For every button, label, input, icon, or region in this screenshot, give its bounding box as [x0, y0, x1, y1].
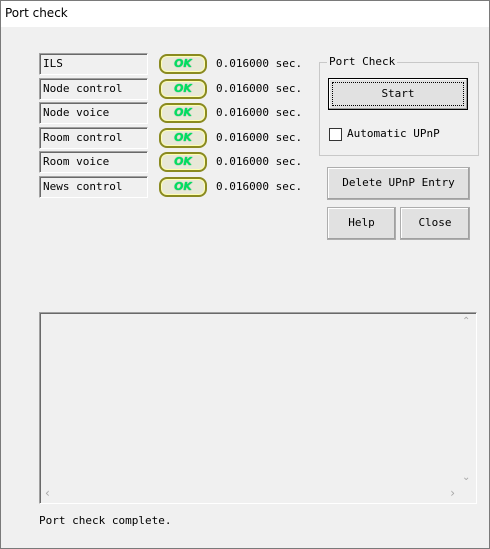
vertical-scrollbar[interactable]: ⌃ ⌄ — [459, 314, 475, 486]
port-timing: 0.016000 sec. — [216, 106, 303, 119]
status-badge: OK — [159, 152, 207, 172]
status-badge: OK — [159, 79, 207, 99]
port-label: Room control — [39, 127, 148, 149]
status-badge: OK — [159, 128, 207, 148]
status-text: Port check complete. — [39, 514, 172, 527]
port-check-window: Port check ILS OK 0.016000 sec. Node con… — [0, 0, 490, 549]
window-title: Port check — [5, 6, 68, 20]
log-textarea[interactable]: ⌃ ⌄ ‹ › — [39, 312, 477, 504]
start-button[interactable]: Start — [328, 78, 468, 110]
port-timing: 0.016000 sec. — [216, 155, 303, 168]
port-label: News control — [39, 176, 148, 198]
port-label: Room voice — [39, 151, 148, 173]
horizontal-scrollbar[interactable]: ‹ › — [41, 486, 459, 502]
chevron-right-icon[interactable]: › — [450, 487, 455, 499]
port-label: Node voice — [39, 102, 148, 124]
help-button[interactable]: Help — [327, 207, 396, 240]
close-button[interactable]: Close — [400, 207, 470, 240]
title-bar[interactable]: Port check — [1, 1, 489, 27]
automatic-upnp-checkbox[interactable] — [329, 128, 342, 141]
chevron-down-icon[interactable]: ⌄ — [462, 473, 470, 483]
status-badge: OK — [159, 54, 207, 74]
port-timing: 0.016000 sec. — [216, 57, 303, 70]
chevron-left-icon[interactable]: ‹ — [45, 487, 50, 499]
status-badge: OK — [159, 103, 207, 123]
port-check-legend: Port Check — [327, 55, 398, 69]
automatic-upnp-label[interactable]: Automatic UPnP — [347, 127, 440, 140]
scrollbar-corner — [459, 486, 475, 502]
port-timing: 0.016000 sec. — [216, 82, 303, 95]
port-label: ILS — [39, 53, 148, 75]
chevron-up-icon[interactable]: ⌃ — [462, 317, 470, 327]
delete-upnp-entry-button[interactable]: Delete UPnP Entry — [327, 167, 470, 200]
port-label: Node control — [39, 78, 148, 100]
port-timing: 0.016000 sec. — [216, 131, 303, 144]
status-badge: OK — [159, 177, 207, 197]
port-timing: 0.016000 sec. — [216, 180, 303, 193]
